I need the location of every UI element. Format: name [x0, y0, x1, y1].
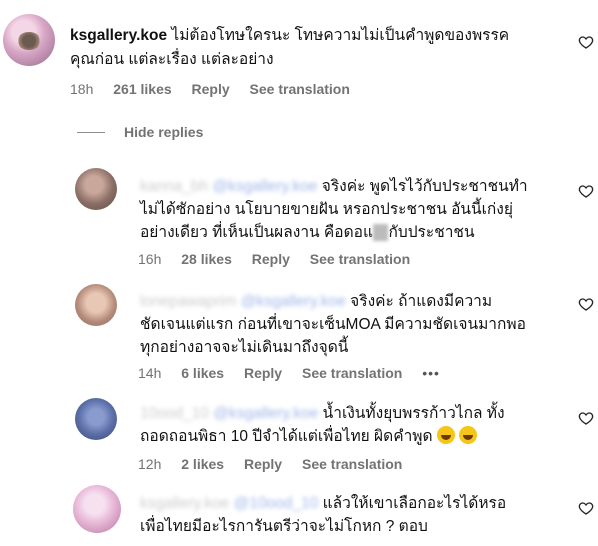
- reply-meta: 12h 2 likes Reply See translation: [138, 456, 418, 472]
- reply-text: 10ood_10 @ksgallery.koe น้ำเงินทั้งยุบพร…: [140, 402, 505, 425]
- username[interactable]: ksgallery.koe: [70, 27, 167, 44]
- heart-icon[interactable]: [578, 296, 594, 312]
- username[interactable]: lonepawaprim: [140, 293, 237, 310]
- timestamp: 18h: [70, 81, 94, 97]
- censored-text: xx: [372, 224, 389, 241]
- avatar[interactable]: [3, 14, 55, 66]
- hide-replies-button[interactable]: Hide replies: [124, 124, 203, 140]
- comment-meta: 18h 261 likes Reply See translation: [70, 81, 366, 97]
- reply-line: อย่างเดียว ที่เห็นเป็นผลงาน คือดอแxxกับป…: [140, 221, 475, 244]
- sweat-smile-emoji-icon: [459, 426, 478, 444]
- mention[interactable]: @ksgallery.koe: [241, 293, 346, 310]
- laughing-emoji-icon: [436, 426, 455, 444]
- username[interactable]: kanna_bh: [140, 178, 208, 195]
- reply-text: lonepawaprim @ksgallery.koe จริงค่ะ ถ้าแ…: [140, 290, 492, 313]
- reply-line-part: ถอดถอนพิธา 10 ปีจำได้แต่เพื่อไทย ผิดคำพู…: [140, 428, 433, 445]
- see-translation-button[interactable]: See translation: [302, 456, 402, 472]
- mention[interactable]: @ksgallery.koe: [212, 178, 317, 195]
- reply-line-part: อย่างเดียว ที่เห็นเป็นผลงาน คือดอแ: [140, 224, 373, 241]
- divider: [77, 132, 105, 133]
- see-translation-button[interactable]: See translation: [310, 251, 410, 267]
- reply-button[interactable]: Reply: [252, 251, 290, 267]
- reply-line: ไม่ได้ซักอย่าง นโยบายขายฝัน หรอกประชาชน …: [140, 201, 513, 218]
- reply-line: แล้วให้เขาเลือกอะไรได้หรอ: [322, 495, 507, 512]
- reply-line: ถอดถอนพิธา 10 ปีจำได้แต่เพื่อไทย ผิดคำพู…: [140, 425, 478, 448]
- see-translation-button[interactable]: See translation: [250, 81, 350, 97]
- likes-count[interactable]: 2 likes: [181, 456, 224, 472]
- heart-icon[interactable]: [578, 500, 594, 516]
- reply-button[interactable]: Reply: [192, 81, 230, 97]
- likes-count[interactable]: 261 likes: [113, 81, 171, 97]
- mention[interactable]: @ksgallery.koe: [213, 405, 318, 422]
- reply-line-part: กับประชาชน: [388, 224, 475, 241]
- more-options-icon[interactable]: •••: [422, 365, 440, 381]
- reply-line: ทุกอย่างอาจจะไม่เดินมาถึงจุดนี้: [140, 339, 349, 356]
- timestamp: 12h: [138, 456, 162, 472]
- heart-icon[interactable]: [578, 183, 594, 199]
- see-translation-button[interactable]: See translation: [302, 365, 402, 381]
- timestamp: 16h: [138, 251, 162, 267]
- avatar[interactable]: [75, 398, 117, 440]
- timestamp: 14h: [138, 365, 162, 381]
- reply-line: น้ำเงินทั้งยุบพรรก้าวไกล ทั้ง: [322, 405, 505, 422]
- comment-text: ksgallery.koe ไม่ต้องโทษใครนะ โทษความไม่…: [70, 24, 570, 47]
- heart-icon[interactable]: [578, 410, 594, 426]
- avatar[interactable]: [75, 168, 117, 210]
- likes-count[interactable]: 28 likes: [181, 251, 232, 267]
- avatar[interactable]: [73, 485, 121, 533]
- reply-line: จริงค่ะ ถ้าแดงมีความ: [350, 293, 493, 310]
- reply-line: จริงค่ะ พูดไรไว้กับประชาชนทำ: [321, 178, 528, 195]
- username[interactable]: ksgallery.koe: [140, 495, 229, 512]
- reply-line: ชัดเจนแต่แรก ก่อนที่เขาจะเซ็นMOA มีความช…: [140, 316, 526, 333]
- reply-button[interactable]: Reply: [244, 456, 282, 472]
- likes-count[interactable]: 6 likes: [181, 365, 224, 381]
- reply-text: kanna_bh @ksgallery.koe จริงค่ะ พูดไรไว้…: [140, 175, 528, 198]
- avatar[interactable]: [75, 284, 117, 326]
- mention[interactable]: @10ood_10: [234, 495, 319, 512]
- reply-text: ksgallery.koe @10ood_10 แล้วให้เขาเลือกอ…: [140, 492, 506, 515]
- reply-meta: 14h 6 likes Reply See translation •••: [138, 365, 456, 381]
- reply-line: เพื่อไทยมีอะไรการันตรีว่าจะไม่โกหก ? ตอบ: [140, 518, 428, 535]
- reply-button[interactable]: Reply: [244, 365, 282, 381]
- reply-meta: 16h 28 likes Reply See translation: [138, 251, 426, 267]
- comment-line: คุณก่อน แต่ละเรื่อง แต่ละอย่าง: [70, 51, 274, 68]
- username[interactable]: 10ood_10: [140, 405, 209, 422]
- comment-line: ไม่ต้องโทษใครนะ โทษความไม่เป็นคำพูดของพร…: [171, 27, 510, 44]
- heart-icon[interactable]: [578, 34, 594, 50]
